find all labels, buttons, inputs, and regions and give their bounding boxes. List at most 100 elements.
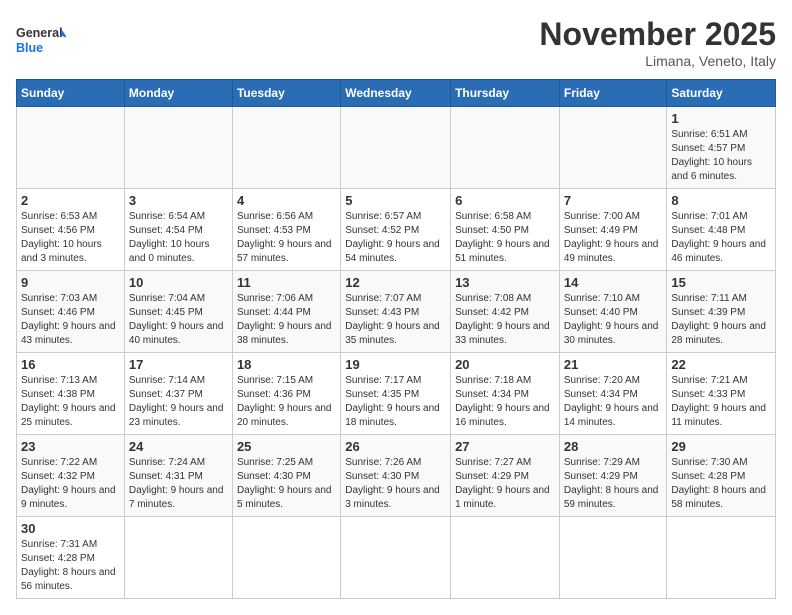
- day-number: 16: [21, 357, 120, 372]
- calendar-cell: [667, 517, 776, 599]
- day-number: 3: [129, 193, 228, 208]
- day-number: 18: [237, 357, 336, 372]
- calendar-cell: 8 Sunrise: 7:01 AM Sunset: 4:48 PM Daylig…: [667, 189, 776, 271]
- weekday-header-saturday: Saturday: [667, 80, 776, 107]
- calendar-cell: [451, 517, 560, 599]
- calendar-cell: 21Sunrise: 7:20 AM Sunset: 4:34 PM Dayli…: [559, 353, 667, 435]
- day-info: Sunrise: 7:31 AM Sunset: 4:28 PM Dayligh…: [21, 538, 120, 594]
- calendar-cell: 11 Sunrise: 7:06 AM Sunset: 4:44 PM Dayli…: [232, 271, 340, 353]
- day-info: Sunrise: 7:17 AM Sunset: 4:35 PM Dayligh…: [345, 374, 446, 430]
- calendar-cell: 4 Sunrise: 6:56 AM Sunset: 4:53 PM Daylig…: [232, 189, 340, 271]
- day-number: 28: [564, 439, 663, 454]
- weekday-header-tuesday: Tuesday: [232, 80, 340, 107]
- calendar-cell: 6 Sunrise: 6:58 AM Sunset: 4:50 PM Daylig…: [451, 189, 560, 271]
- calendar-cell: 9Sunrise: 7:03 AM Sunset: 4:46 PM Daylig…: [17, 271, 125, 353]
- day-number: 21: [564, 357, 663, 372]
- weekday-header-thursday: Thursday: [451, 80, 560, 107]
- day-info: Sunrise: 7:13 AM Sunset: 4:38 PM Dayligh…: [21, 374, 120, 430]
- calendar-cell: 3 Sunrise: 6:54 AM Sunset: 4:54 PM Daylig…: [124, 189, 232, 271]
- calendar-cell: [559, 107, 667, 189]
- day-number: 12: [345, 275, 446, 290]
- day-number: 23: [21, 439, 120, 454]
- day-number: 27: [455, 439, 555, 454]
- calendar-cell: [232, 517, 340, 599]
- day-info: Sunrise: 7:22 AM Sunset: 4:32 PM Dayligh…: [21, 456, 120, 512]
- calendar-cell: [124, 107, 232, 189]
- location-title: Limana, Veneto, Italy: [539, 53, 776, 69]
- calendar-cell: 10Sunrise: 7:04 AM Sunset: 4:45 PM Dayli…: [124, 271, 232, 353]
- day-info: Sunrise: 7:08 AM Sunset: 4:42 PM Dayligh…: [455, 292, 555, 348]
- calendar-cell: 27 Sunrise: 7:27 AM Sunset: 4:29 PM Dayli…: [451, 435, 560, 517]
- calendar-cell: 28 Sunrise: 7:29 AM Sunset: 4:29 PM Dayli…: [559, 435, 667, 517]
- day-info: Sunrise: 7:07 AM Sunset: 4:43 PM Dayligh…: [345, 292, 446, 348]
- day-info: Sunrise: 7:15 AM Sunset: 4:36 PM Dayligh…: [237, 374, 336, 430]
- calendar-cell: 23 Sunrise: 7:22 AM Sunset: 4:32 PM Dayli…: [17, 435, 125, 517]
- day-info: Sunrise: 6:53 AM Sunset: 4:56 PM Dayligh…: [21, 210, 120, 266]
- day-number: 29: [671, 439, 771, 454]
- day-number: 24: [129, 439, 228, 454]
- calendar-cell: [559, 517, 667, 599]
- calendar-cell: 15 Sunrise: 7:11 AM Sunset: 4:39 PM Dayli…: [667, 271, 776, 353]
- calendar-cell: 26 Sunrise: 7:26 AM Sunset: 4:30 PM Dayli…: [341, 435, 451, 517]
- day-info: Sunrise: 6:57 AM Sunset: 4:52 PM Dayligh…: [345, 210, 446, 266]
- day-number: 25: [237, 439, 336, 454]
- day-number: 14: [564, 275, 663, 290]
- day-info: Sunrise: 6:56 AM Sunset: 4:53 PM Dayligh…: [237, 210, 336, 266]
- calendar-cell: 13 Sunrise: 7:08 AM Sunset: 4:42 PM Dayli…: [451, 271, 560, 353]
- weekday-header-wednesday: Wednesday: [341, 80, 451, 107]
- calendar-table: SundayMondayTuesdayWednesdayThursdayFrid…: [16, 79, 776, 599]
- day-number: 10: [129, 275, 228, 290]
- calendar-cell: [341, 107, 451, 189]
- day-number: 13: [455, 275, 555, 290]
- calendar-cell: [17, 107, 125, 189]
- day-number: 26: [345, 439, 446, 454]
- day-info: Sunrise: 7:06 AM Sunset: 4:44 PM Dayligh…: [237, 292, 336, 348]
- day-number: 20: [455, 357, 555, 372]
- day-info: Sunrise: 6:54 AM Sunset: 4:54 PM Dayligh…: [129, 210, 228, 266]
- calendar-week-6: 30 Sunrise: 7:31 AM Sunset: 4:28 PM Dayli…: [17, 517, 776, 599]
- calendar-cell: 19Sunrise: 7:17 AM Sunset: 4:35 PM Dayli…: [341, 353, 451, 435]
- weekday-header-row: SundayMondayTuesdayWednesdayThursdayFrid…: [17, 80, 776, 107]
- day-number: 30: [21, 521, 120, 536]
- calendar-cell: 18 Sunrise: 7:15 AM Sunset: 4:36 PM Dayli…: [232, 353, 340, 435]
- calendar-week-5: 23 Sunrise: 7:22 AM Sunset: 4:32 PM Dayli…: [17, 435, 776, 517]
- day-info: Sunrise: 7:00 AM Sunset: 4:49 PM Dayligh…: [564, 210, 663, 266]
- day-info: Sunrise: 7:14 AM Sunset: 4:37 PM Dayligh…: [129, 374, 228, 430]
- calendar-cell: 24 Sunrise: 7:24 AM Sunset: 4:31 PM Dayli…: [124, 435, 232, 517]
- day-info: Sunrise: 6:58 AM Sunset: 4:50 PM Dayligh…: [455, 210, 555, 266]
- day-number: 6: [455, 193, 555, 208]
- calendar-cell: 1Sunrise: 6:51 AM Sunset: 4:57 PM Daylig…: [667, 107, 776, 189]
- calendar-cell: 22Sunrise: 7:21 AM Sunset: 4:33 PM Dayli…: [667, 353, 776, 435]
- calendar-week-1: 1Sunrise: 6:51 AM Sunset: 4:57 PM Daylig…: [17, 107, 776, 189]
- day-info: Sunrise: 7:27 AM Sunset: 4:29 PM Dayligh…: [455, 456, 555, 512]
- calendar-cell: 7Sunrise: 7:00 AM Sunset: 4:49 PM Daylig…: [559, 189, 667, 271]
- day-info: Sunrise: 7:30 AM Sunset: 4:28 PM Dayligh…: [671, 456, 771, 512]
- day-number: 15: [671, 275, 771, 290]
- day-number: 11: [237, 275, 336, 290]
- day-info: Sunrise: 7:29 AM Sunset: 4:29 PM Dayligh…: [564, 456, 663, 512]
- day-number: 9: [21, 275, 120, 290]
- day-info: Sunrise: 7:11 AM Sunset: 4:39 PM Dayligh…: [671, 292, 771, 348]
- month-title: November 2025: [539, 16, 776, 53]
- day-info: Sunrise: 7:18 AM Sunset: 4:34 PM Dayligh…: [455, 374, 555, 430]
- day-number: 8: [671, 193, 771, 208]
- day-info: Sunrise: 7:01 AM Sunset: 4:48 PM Dayligh…: [671, 210, 771, 266]
- title-area: November 2025 Limana, Veneto, Italy: [539, 16, 776, 69]
- svg-text:Blue: Blue: [16, 41, 43, 55]
- calendar-cell: [451, 107, 560, 189]
- calendar-cell: [232, 107, 340, 189]
- calendar-cell: 20 Sunrise: 7:18 AM Sunset: 4:34 PM Dayli…: [451, 353, 560, 435]
- calendar-cell: 5Sunrise: 6:57 AM Sunset: 4:52 PM Daylig…: [341, 189, 451, 271]
- weekday-header-friday: Friday: [559, 80, 667, 107]
- day-number: 2: [21, 193, 120, 208]
- calendar-cell: [124, 517, 232, 599]
- day-number: 22: [671, 357, 771, 372]
- day-info: Sunrise: 7:24 AM Sunset: 4:31 PM Dayligh…: [129, 456, 228, 512]
- day-number: 4: [237, 193, 336, 208]
- day-info: Sunrise: 7:25 AM Sunset: 4:30 PM Dayligh…: [237, 456, 336, 512]
- day-info: Sunrise: 7:26 AM Sunset: 4:30 PM Dayligh…: [345, 456, 446, 512]
- calendar-week-2: 2 Sunrise: 6:53 AM Sunset: 4:56 PM Daylig…: [17, 189, 776, 271]
- calendar-week-4: 16 Sunrise: 7:13 AM Sunset: 4:38 PM Dayli…: [17, 353, 776, 435]
- day-info: Sunrise: 7:10 AM Sunset: 4:40 PM Dayligh…: [564, 292, 663, 348]
- calendar-cell: 30 Sunrise: 7:31 AM Sunset: 4:28 PM Dayli…: [17, 517, 125, 599]
